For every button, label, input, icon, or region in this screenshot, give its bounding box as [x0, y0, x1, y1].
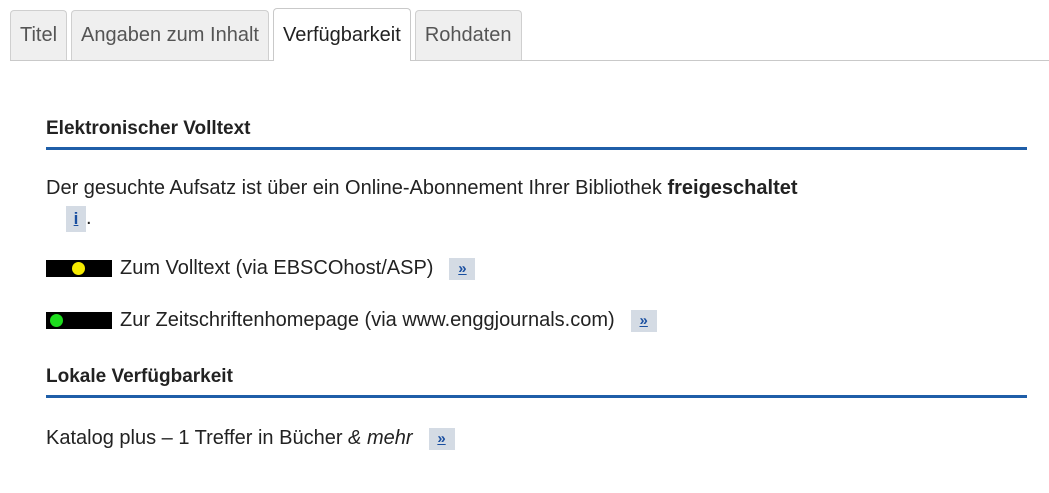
fulltext-go-button[interactable]: » [449, 257, 476, 280]
access-status: freigeschaltet [667, 177, 798, 199]
catalog-more-text: & mehr [348, 427, 413, 449]
catalog-go-button[interactable]: » [428, 427, 455, 450]
journal-homepage-link-row: Zur Zeitschriftenhomepage (via www.enggj… [46, 309, 657, 332]
journal-homepage-link-label[interactable]: Zur Zeitschriftenhomepage (via www.enggj… [120, 309, 615, 332]
access-period: . [86, 207, 92, 229]
catalog-row: Katalog plus – 1 Treffer in Bücher & meh… [46, 427, 455, 450]
tab-angaben-zum-inhalt[interactable]: Angaben zum Inhalt [71, 10, 269, 60]
yellow-traffic-light-icon [46, 260, 112, 277]
tab-rohdaten[interactable]: Rohdaten [414, 10, 522, 60]
journal-homepage-go-button[interactable]: » [630, 309, 657, 332]
local-availability-heading: Lokale Verfügbarkeit [46, 366, 1027, 398]
access-text: Der gesuchte Aufsatz ist über ein Online… [46, 177, 662, 199]
fulltext-link-label[interactable]: Zum Volltext (via EBSCOhost/ASP) [120, 257, 433, 280]
info-button[interactable]: i [66, 206, 86, 232]
access-description: Der gesuchte Aufsatz ist über ein Online… [46, 173, 1031, 233]
electronic-fulltext-heading: Elektronischer Volltext [46, 118, 1027, 150]
tab-verfuegbarkeit[interactable]: Verfügbarkeit [272, 8, 411, 61]
tab-titel[interactable]: Titel [10, 10, 68, 60]
fulltext-link-row: Zum Volltext (via EBSCOhost/ASP) » [46, 257, 476, 280]
green-traffic-light-icon [46, 312, 112, 329]
catalog-text: Katalog plus – 1 Treffer in Bücher [46, 427, 343, 449]
tab-bar: Titel Angaben zum Inhalt Verfügbarkeit R… [10, 8, 1049, 61]
